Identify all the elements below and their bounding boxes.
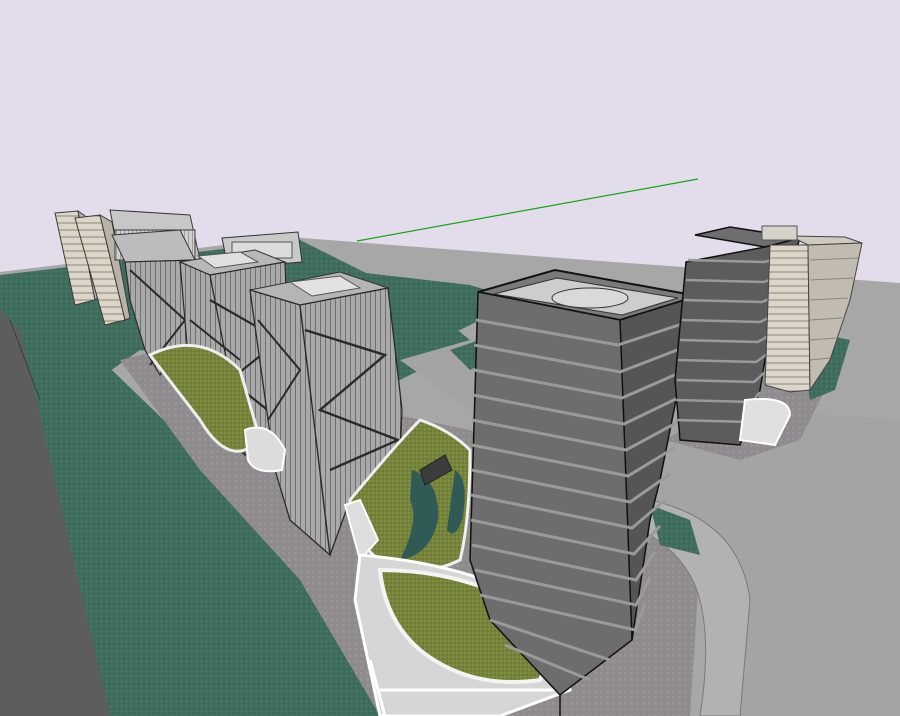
scene-canvas xyxy=(0,0,900,716)
viewport-3d[interactable] xyxy=(0,0,900,716)
